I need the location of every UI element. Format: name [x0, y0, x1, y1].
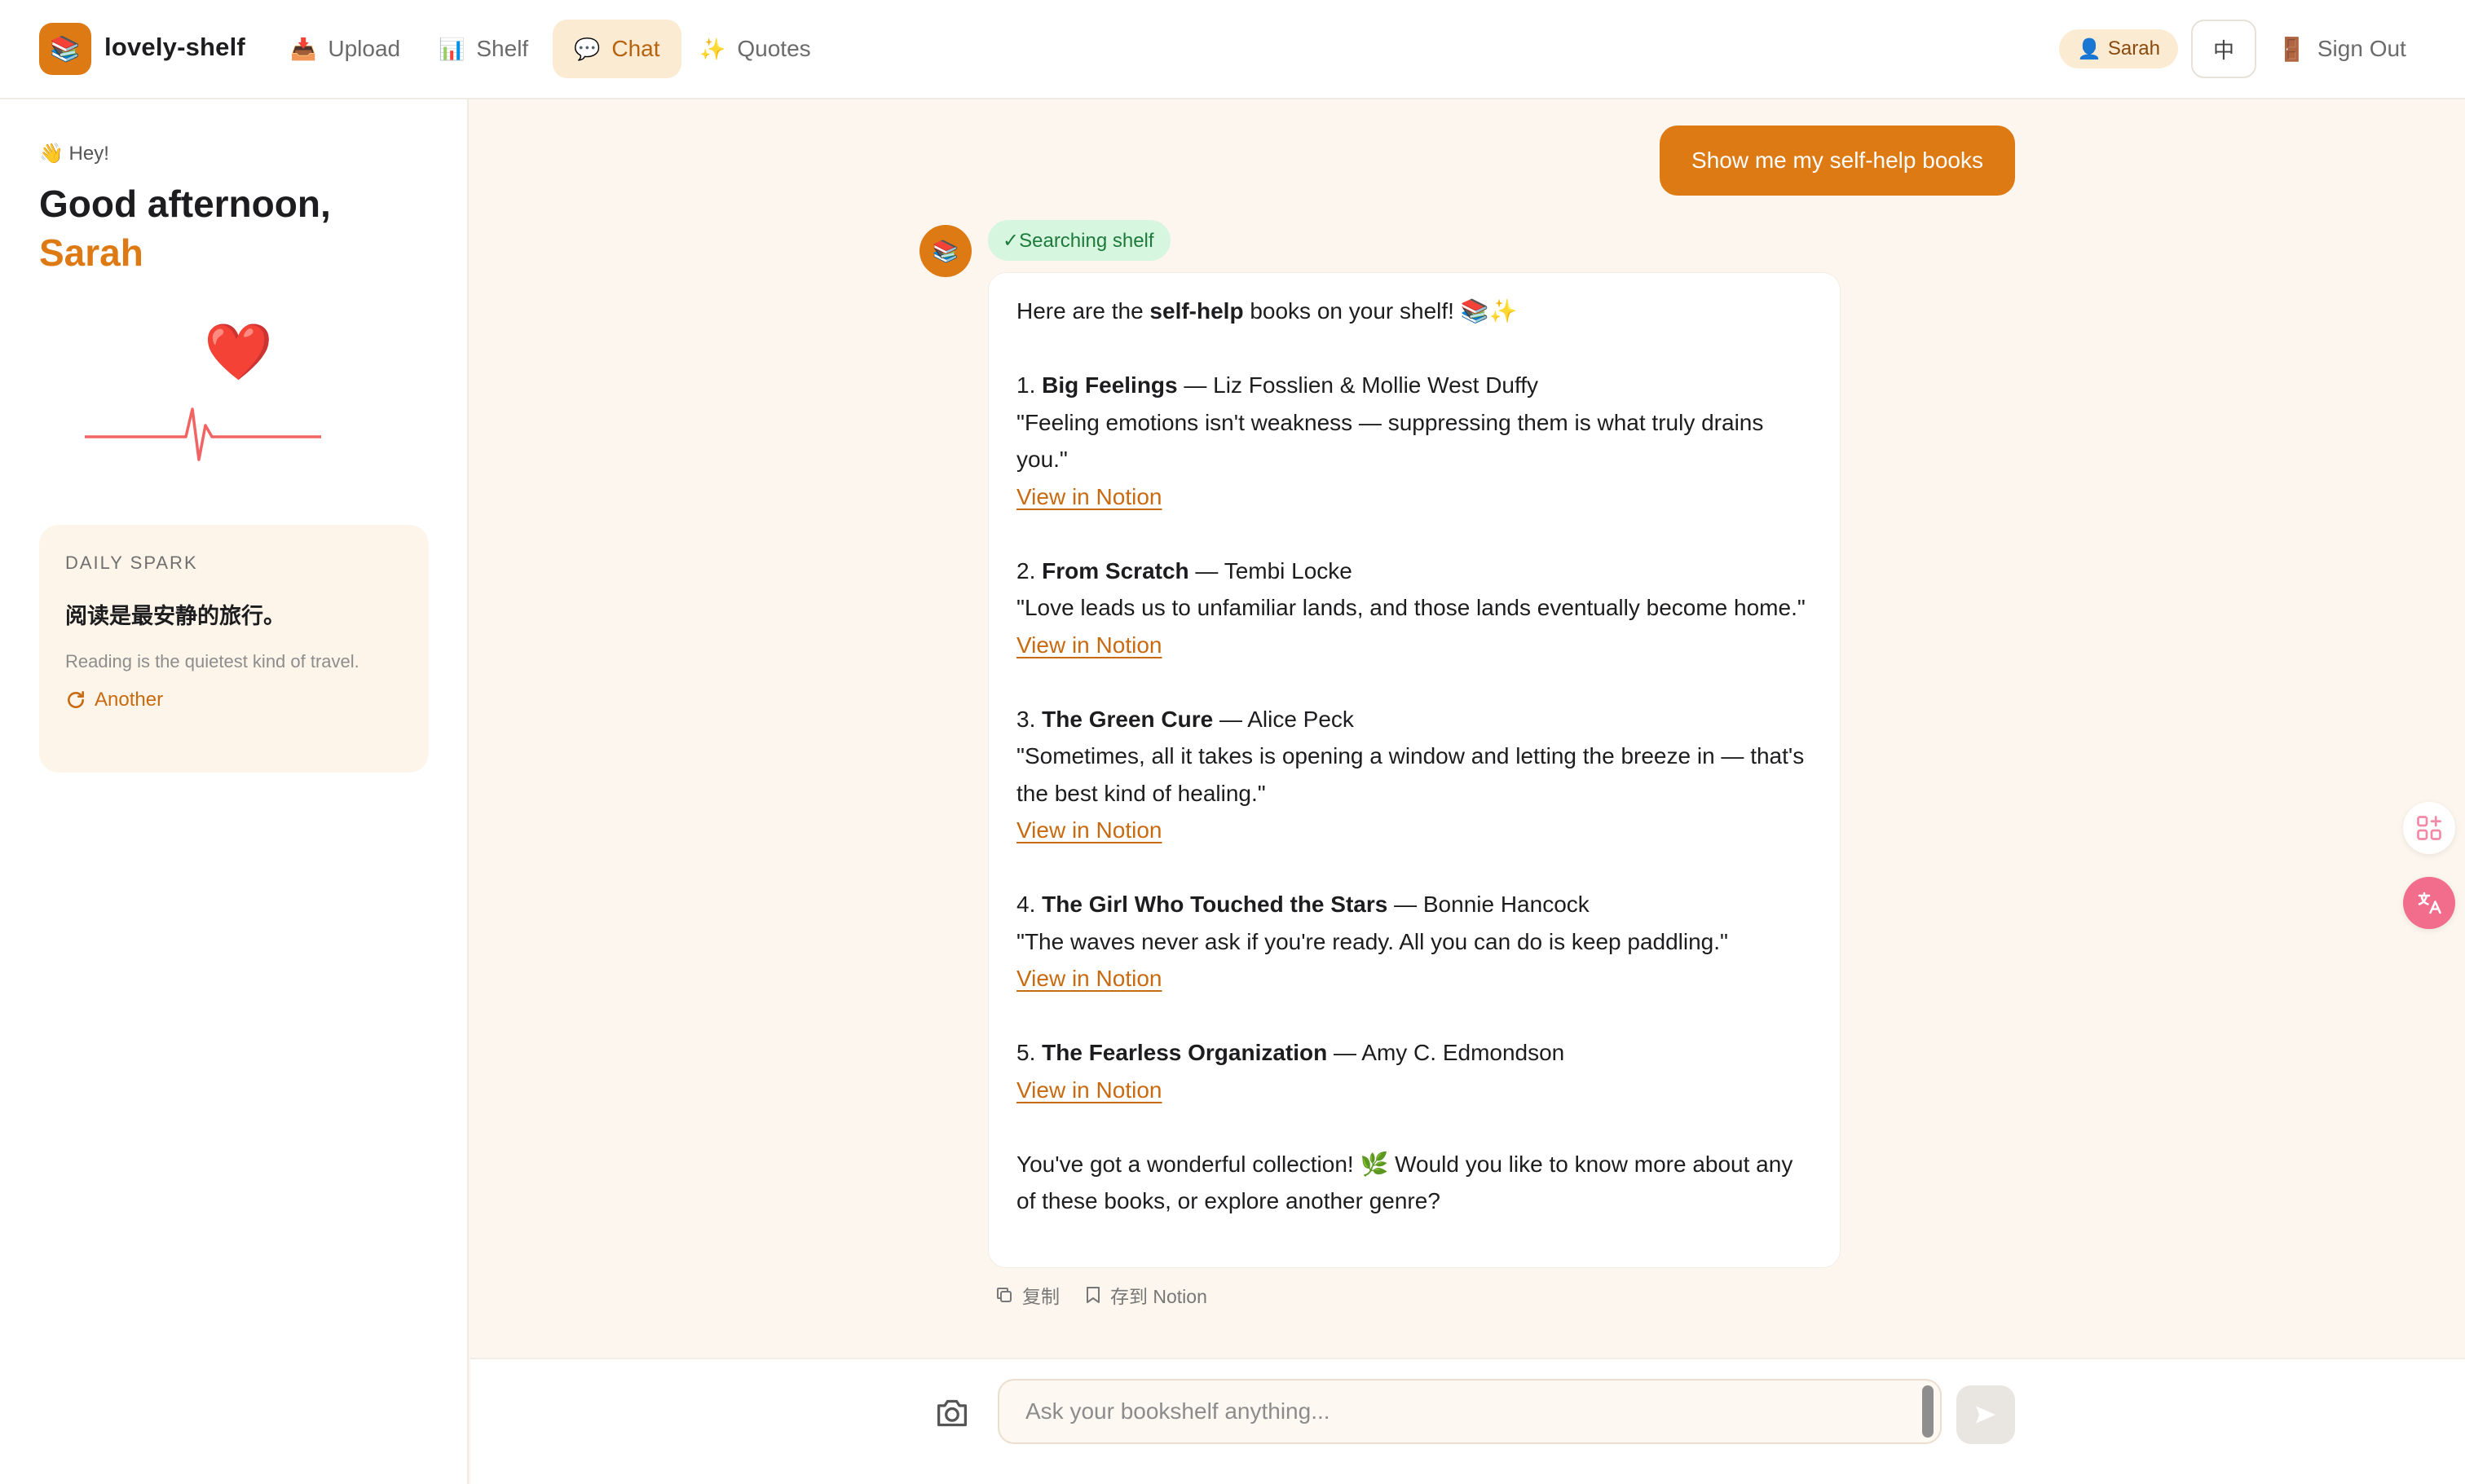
- searching-shelf-status-badge: ✓Searching shelf: [988, 220, 1171, 261]
- daily-spark-title: DAILY SPARK: [65, 553, 198, 573]
- top-nav-bar: 📚 lovely-shelf 📥 Upload 📊 Shelf 💬 Chat ✨…: [0, 0, 2465, 99]
- translate-icon: [2418, 892, 2441, 914]
- sign-out-button[interactable]: 🚪 Sign Out: [2278, 29, 2406, 68]
- book-item: 5. The Fearless Organization — Amy C. Ed…: [1016, 1034, 1812, 1072]
- bookmark-icon: [1087, 1287, 1100, 1303]
- greeting-text: Good afternoon,: [39, 183, 331, 225]
- user-message-bubble: Show me my self-help books: [1660, 126, 2015, 196]
- send-button[interactable]: [1956, 1385, 2015, 1444]
- message-actions: 复制 存到 Notion: [994, 1281, 1207, 1309]
- view-in-notion-link[interactable]: View in Notion: [1016, 966, 1162, 991]
- book-number: 2.: [1016, 557, 1043, 583]
- book-author: — Alice Peck: [1213, 706, 1354, 732]
- book-title: The Fearless Organization: [1042, 1040, 1328, 1065]
- book-author: — Liz Fosslien & Mollie West Duffy: [1177, 372, 1539, 398]
- book-number: 1.: [1016, 372, 1043, 398]
- app-brand[interactable]: lovely-shelf: [104, 33, 245, 62]
- apps-tool-button[interactable]: [2403, 802, 2455, 854]
- nav-upload-label: Upload: [328, 36, 401, 61]
- view-in-notion-link[interactable]: View in Notion: [1016, 484, 1162, 509]
- book-quote: "The waves never ask if you're ready. Al…: [1016, 928, 1728, 954]
- nav-quotes[interactable]: ✨ Quotes: [678, 20, 832, 78]
- daily-spark-quote-cn: 阅读是最安静的旅行。: [65, 604, 285, 628]
- book-title: Big Feelings: [1042, 372, 1178, 398]
- inbox-tray-icon: 📥: [290, 36, 317, 61]
- user-icon: 👤: [2077, 37, 2101, 60]
- nav-chat-label: Chat: [611, 36, 660, 61]
- heartbeat-pulse-line: [85, 407, 321, 461]
- view-in-notion-link[interactable]: View in Notion: [1016, 817, 1162, 843]
- intro-bold: self-help: [1149, 298, 1244, 324]
- camera-icon[interactable]: [934, 1397, 970, 1429]
- books-icon: 📚: [932, 238, 959, 263]
- book-number: 5.: [1016, 1040, 1043, 1065]
- view-in-notion-link[interactable]: View in Notion: [1016, 1077, 1162, 1103]
- user-name: Sarah: [2107, 37, 2160, 59]
- nav-upload[interactable]: 📥 Upload: [269, 20, 421, 78]
- assistant-intro: Here are the self-help books on your she…: [1016, 293, 1812, 330]
- nav-quotes-label: Quotes: [737, 36, 811, 61]
- translate-tool-button[interactable]: [2403, 877, 2455, 929]
- book-author: — Bonnie Hancock: [1387, 892, 1590, 917]
- book-author: — Tembi Locke: [1188, 557, 1352, 583]
- greeting-heading: Good afternoon, Sarah: [39, 179, 331, 277]
- book-item: 2. From Scratch — Tembi Locke: [1016, 553, 1812, 590]
- chat-input[interactable]: [998, 1379, 1942, 1444]
- book-title: The Green Cure: [1042, 706, 1214, 732]
- another-label: Another: [95, 689, 164, 711]
- book-quote: "Sometimes, all it takes is opening a wi…: [1016, 743, 1805, 806]
- assistant-message-bubble: Here are the self-help books on your she…: [988, 272, 1841, 1268]
- app-logo[interactable]: 📚: [39, 23, 91, 75]
- save-to-notion-label: 存到 Notion: [1110, 1286, 1207, 1307]
- bar-chart-icon: 📊: [439, 36, 465, 61]
- intro-post: books on your shelf! 📚✨: [1243, 298, 1518, 324]
- copy-label: 复制: [1022, 1286, 1060, 1307]
- input-scrollbar[interactable]: [1922, 1385, 1934, 1438]
- intro-pre: Here are the: [1016, 298, 1150, 324]
- assistant-outro: You've got a wonderful collection! 🌿 Wou…: [1016, 1151, 1793, 1214]
- user-chip[interactable]: 👤 Sarah: [2059, 29, 2178, 68]
- refresh-icon: [68, 690, 84, 708]
- sign-out-label: Sign Out: [2317, 36, 2406, 61]
- nav-shelf-label: Shelf: [476, 36, 529, 61]
- view-in-notion-link[interactable]: View in Notion: [1016, 632, 1162, 658]
- book-title: From Scratch: [1042, 557, 1189, 583]
- book-author: — Amy C. Edmondson: [1327, 1040, 1565, 1065]
- greeting-name: Sarah: [39, 231, 143, 274]
- book-item: 3. The Green Cure — Alice Peck: [1016, 701, 1812, 738]
- heart-icon: ❤️: [204, 321, 273, 383]
- save-to-notion-button[interactable]: 存到 Notion: [1084, 1281, 1207, 1309]
- books-icon: 📚: [50, 35, 81, 63]
- book-number: 4.: [1016, 892, 1043, 917]
- bot-avatar: 📚: [919, 225, 972, 277]
- nav-shelf[interactable]: 📊 Shelf: [417, 20, 549, 78]
- book-quote: "Feeling emotions isn't weakness — suppr…: [1016, 409, 1764, 473]
- book-item: 4. The Girl Who Touched the Stars — Bonn…: [1016, 886, 1812, 923]
- daily-spark-quote-en: Reading is the quietest kind of travel.: [65, 651, 359, 672]
- book-title: The Girl Who Touched the Stars: [1042, 892, 1388, 917]
- copy-button[interactable]: 复制: [994, 1281, 1060, 1309]
- copy-icon: [997, 1288, 1012, 1302]
- book-quote: "Love leads us to unfamiliar lands, and …: [1016, 595, 1806, 620]
- book-number: 3.: [1016, 706, 1043, 732]
- hey-label: 👋 Hey!: [39, 143, 109, 165]
- door-icon: 🚪: [2278, 36, 2306, 62]
- another-quote-button[interactable]: Another: [65, 689, 403, 711]
- sparkles-icon: ✨: [699, 36, 726, 61]
- book-item: 1. Big Feelings — Liz Fosslien & Mollie …: [1016, 367, 1812, 404]
- nav-chat[interactable]: 💬 Chat: [553, 20, 681, 78]
- daily-spark-card: DAILY SPARK 阅读是最安静的旅行。 Reading is the qu…: [39, 525, 429, 773]
- apps-grid-icon: [2417, 816, 2441, 840]
- send-icon: [1976, 1406, 1995, 1424]
- speech-bubble-icon: 💬: [574, 36, 601, 61]
- language-toggle-button[interactable]: 中: [2191, 20, 2256, 78]
- sidebar: 👋 Hey! Good afternoon, Sarah ❤️ DAILY SP…: [0, 99, 469, 1484]
